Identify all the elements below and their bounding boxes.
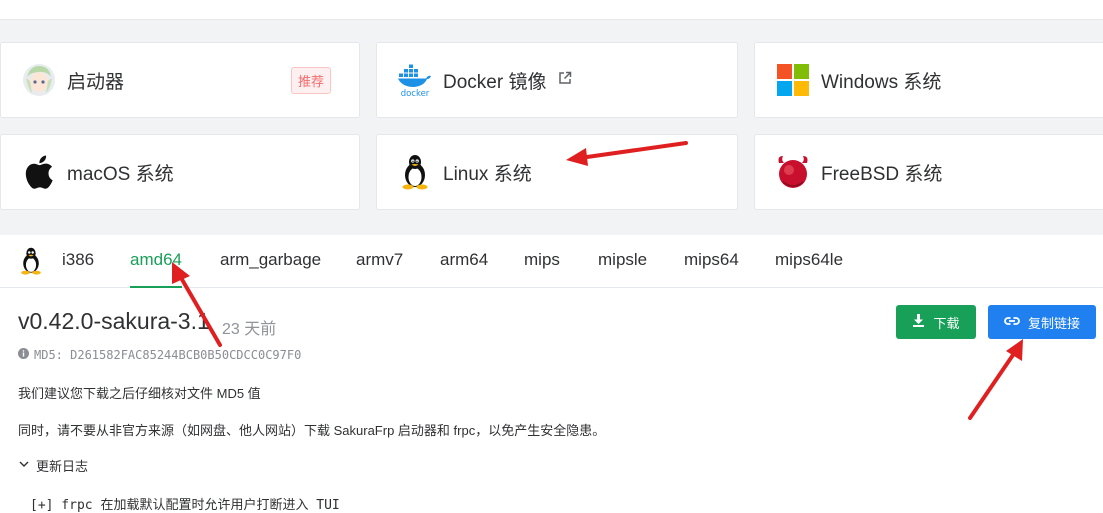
freebsd-logo-icon	[775, 154, 811, 190]
tab-arch-mipsle[interactable]: mipsle	[598, 250, 647, 288]
arch-tab-bar: i386 amd64 arm_garbage armv7 arm64 mips …	[0, 235, 1103, 288]
platform-card-launcher[interactable]: 启动器 推荐	[0, 42, 360, 118]
platform-card-freebsd[interactable]: FreeBSD 系统	[754, 134, 1103, 210]
tab-arch-armv7[interactable]: armv7	[356, 250, 403, 288]
download-button-label: 下载	[933, 315, 960, 331]
recommended-badge: 推荐	[290, 67, 331, 94]
md5-value: MD5: D261582FAC85244BCB0B50CDCC0C97F0	[34, 348, 302, 362]
changelog-label: 更新日志	[36, 459, 89, 474]
download-icon	[912, 314, 925, 330]
platform-label-linux: Linux 系统	[443, 163, 532, 185]
windows-logo-icon	[775, 62, 811, 98]
docker-logo-text: docker	[401, 89, 430, 98]
md5-row: MD5: D261582FAC85244BCB0B50CDCC0C97F0	[18, 348, 301, 362]
md5-notice: 我们建议您下载之后仔细核对文件 MD5 值	[18, 386, 261, 401]
changelog-line: [+] frpc 在加载默认配置时允许用户打断进入 TUI	[30, 498, 340, 513]
platform-card-windows[interactable]: Windows 系统	[754, 42, 1103, 118]
tab-arch-amd64[interactable]: amd64	[130, 250, 182, 288]
security-notice: 同时，请不要从非官方来源（如网盘、他人网站）下载 SakuraFrp 启动器和 …	[18, 423, 606, 438]
tab-arch-mips64le[interactable]: mips64le	[775, 250, 843, 288]
tab-arch-mips[interactable]: mips	[524, 250, 560, 288]
chevron-down-icon	[18, 458, 30, 473]
version-title: v0.42.0-sakura-3.1	[18, 308, 210, 334]
tab-arch-i386[interactable]: i386	[62, 250, 94, 288]
info-icon	[18, 348, 29, 362]
platform-card-macos[interactable]: macOS 系统	[0, 134, 360, 210]
top-strip	[0, 0, 1103, 20]
launcher-avatar-icon	[21, 62, 57, 98]
link-icon	[1004, 315, 1020, 330]
release-time: 23 天前	[222, 321, 277, 338]
tab-arch-arm-garbage[interactable]: arm_garbage	[220, 250, 321, 288]
copy-link-button-label: 复制链接	[1027, 315, 1080, 331]
platform-card-linux[interactable]: Linux 系统	[376, 134, 738, 210]
platform-label-docker: Docker 镜像	[443, 71, 547, 93]
copy-link-button[interactable]: 复制链接	[988, 305, 1096, 339]
docker-whale-icon: docker	[397, 62, 433, 98]
download-button[interactable]: 下载	[896, 305, 976, 339]
changelog-toggle[interactable]: 更新日志	[18, 456, 88, 475]
apple-logo-icon	[21, 154, 57, 190]
external-link-icon	[558, 71, 572, 90]
linux-tux-icon	[397, 154, 433, 190]
linux-tux-small-icon	[19, 247, 43, 280]
release-panel: i386 amd64 arm_garbage armv7 arm64 mips …	[0, 235, 1103, 513]
tab-arch-arm64[interactable]: arm64	[440, 250, 488, 288]
tab-arch-mips64[interactable]: mips64	[684, 250, 739, 288]
platform-label-launcher: 启动器	[67, 71, 125, 93]
platform-label-windows: Windows 系统	[821, 71, 942, 93]
platform-label-macos: macOS 系统	[67, 163, 174, 185]
platform-card-docker[interactable]: docker Docker 镜像	[376, 42, 738, 118]
platform-label-freebsd: FreeBSD 系统	[821, 163, 943, 185]
